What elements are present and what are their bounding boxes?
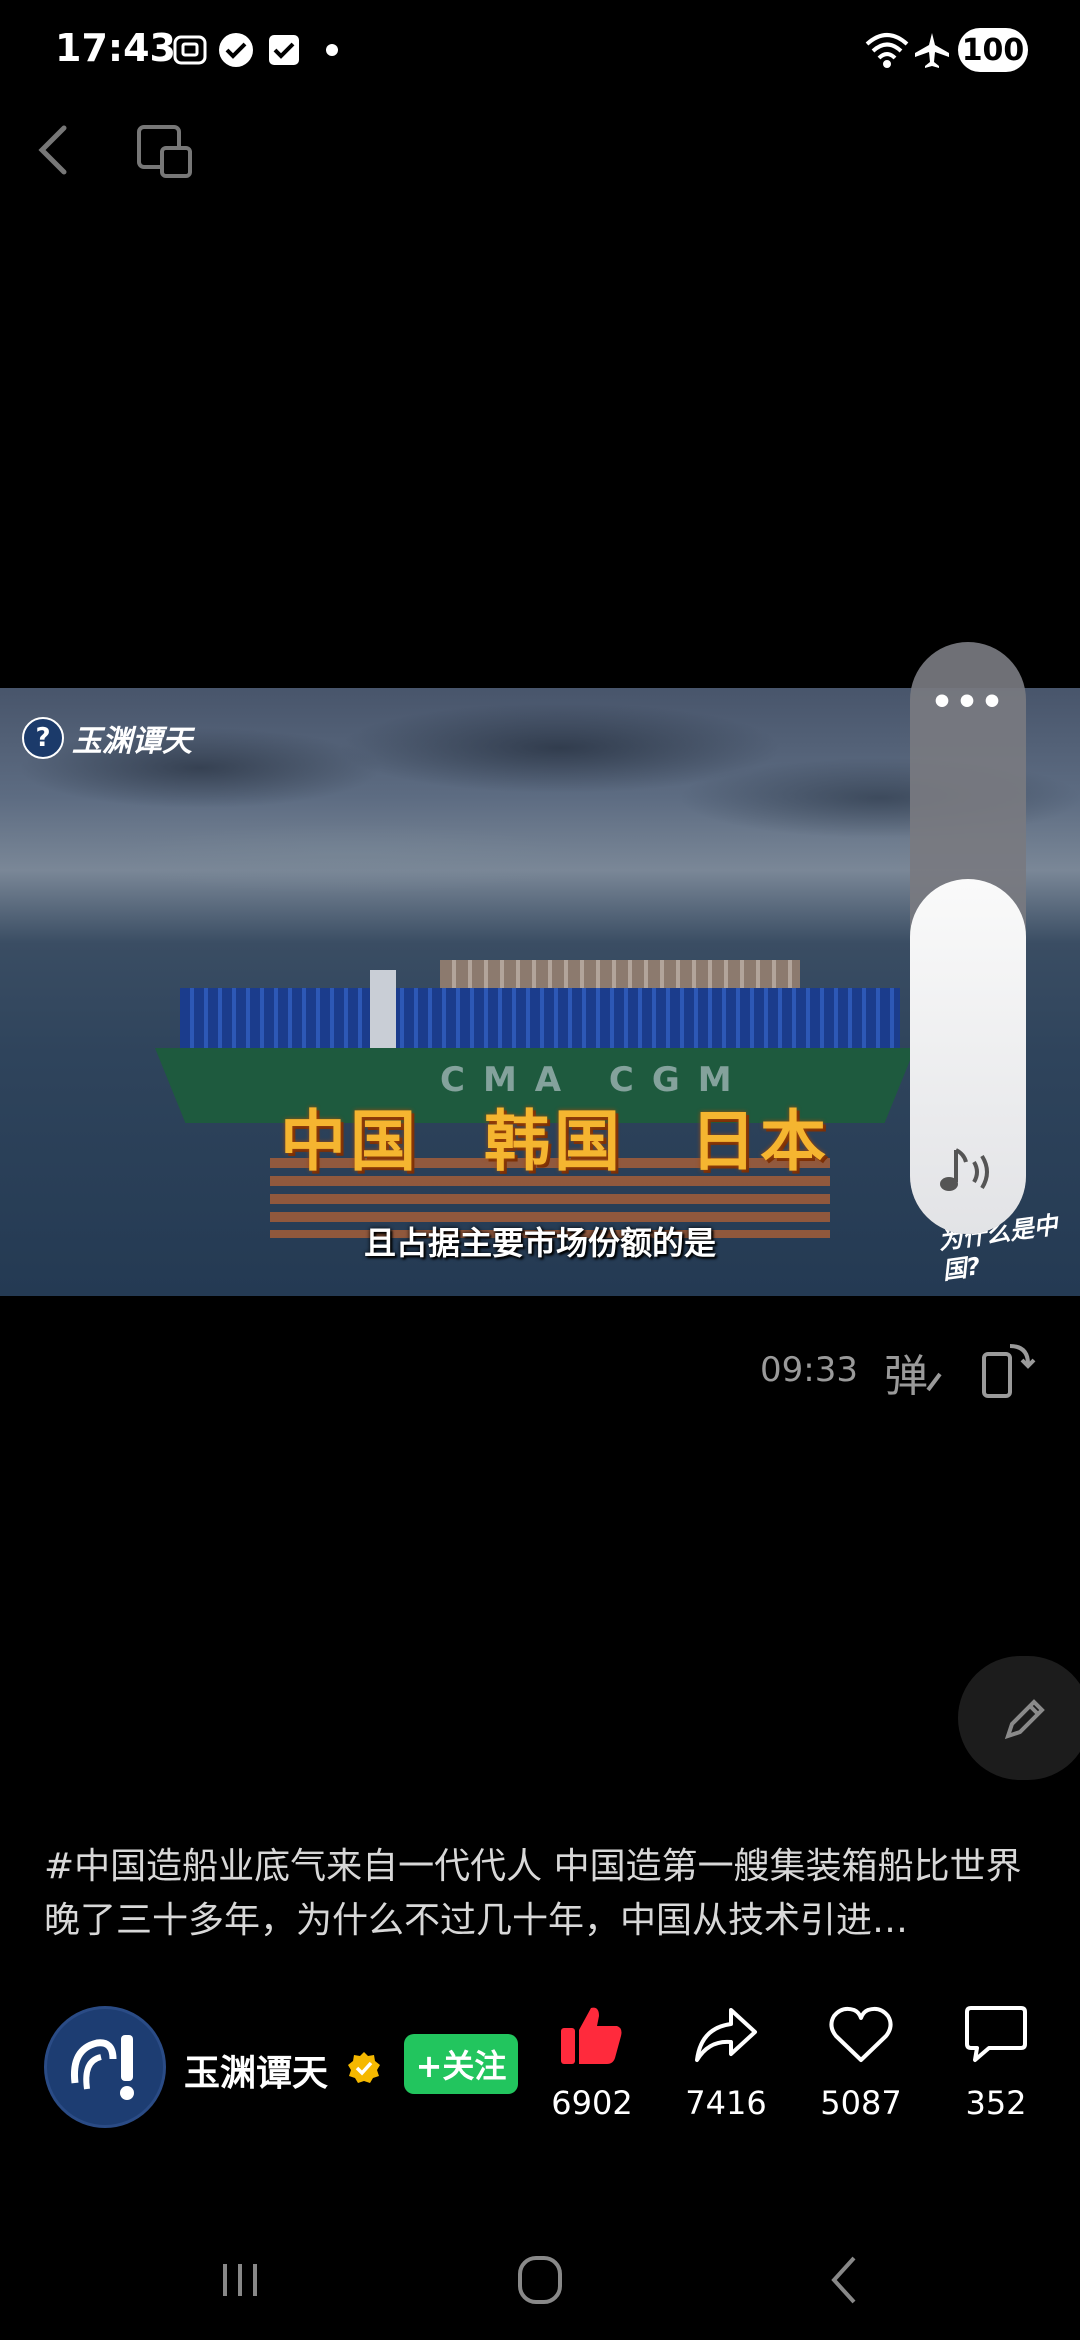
back-button[interactable]	[30, 118, 74, 182]
comment-button[interactable]: 352	[936, 2004, 1056, 2122]
danmaku-label: 弹	[884, 1351, 928, 1402]
share-arrow-icon	[695, 2008, 757, 2062]
author-name[interactable]: 玉渊谭天	[184, 2044, 328, 2096]
more-options-icon[interactable]: •••	[910, 682, 1026, 723]
pip-button[interactable]	[136, 124, 194, 180]
video-subtitle: 且占据主要市场份额的是	[363, 1224, 716, 1262]
pencil-icon	[1004, 1699, 1045, 1740]
comment-count: 352	[965, 2084, 1027, 2122]
ship-bridge	[370, 970, 396, 1060]
verified-badge-icon	[346, 2050, 382, 2086]
pip-icon	[137, 125, 192, 178]
rotate-screen-button[interactable]	[980, 1340, 1036, 1400]
pencil-small-icon	[926, 1372, 942, 1392]
overlay-country-china: 中国	[280, 1103, 420, 1180]
checkbox-icon	[264, 30, 304, 70]
volume-slider[interactable]: •••	[910, 642, 1026, 1234]
status-bar: 17:43 100	[0, 0, 1080, 100]
overlay-country-korea: 韩国	[484, 1103, 624, 1180]
channel-logo-icon	[70, 2035, 134, 2100]
share-count: 7416	[685, 2084, 767, 2122]
airplane-icon	[912, 30, 952, 70]
share-button[interactable]: 7416	[666, 2004, 786, 2122]
recent-apps-icon	[223, 2264, 257, 2296]
ship-containers-top	[440, 960, 800, 990]
system-back-button[interactable]	[810, 2250, 880, 2310]
rotate-icon	[982, 1344, 1036, 1398]
home-icon	[518, 2256, 562, 2304]
overlay-country-japan: 日本	[690, 1103, 830, 1180]
favorite-button[interactable]: 5087	[801, 2004, 921, 2122]
ship-containers	[180, 988, 900, 1052]
like-count: 6902	[551, 2084, 633, 2122]
like-button[interactable]: 6902	[532, 2004, 652, 2122]
channel-watermark: ? 玉渊谭天	[22, 716, 192, 760]
wifi-icon	[862, 30, 912, 70]
heart-icon	[829, 2006, 893, 2062]
check-badge-icon	[216, 30, 256, 70]
author-avatar[interactable]	[44, 2006, 166, 2128]
chevron-left-icon	[38, 125, 67, 175]
home-button[interactable]	[505, 2250, 575, 2310]
back-chevron-icon	[831, 2256, 856, 2304]
volume-icon	[936, 1142, 1002, 1202]
watermark-text: 玉渊谭天	[72, 724, 192, 759]
favorite-count: 5087	[820, 2084, 902, 2122]
screenshot-icon	[170, 30, 210, 70]
thumbs-up-icon	[561, 2007, 622, 2064]
follow-button[interactable]: +关注	[404, 2034, 518, 2094]
comment-bubble-icon	[965, 2006, 1027, 2062]
recent-apps-button[interactable]	[205, 2250, 275, 2310]
edit-button[interactable]	[958, 1656, 1080, 1780]
battery-indicator: 100	[958, 28, 1028, 72]
video-duration: 09:33	[760, 1350, 858, 1390]
video-caption[interactable]: #中国造船业底气来自一代代人 中国造第一艘集装箱船比世界晚了三十多年，为什么不过…	[44, 1840, 1044, 1948]
status-time: 17:43	[55, 26, 176, 70]
danmaku-button[interactable]: 弹	[884, 1340, 944, 1402]
dot-icon	[312, 30, 352, 70]
watermark-logo-icon: ?	[22, 717, 64, 759]
